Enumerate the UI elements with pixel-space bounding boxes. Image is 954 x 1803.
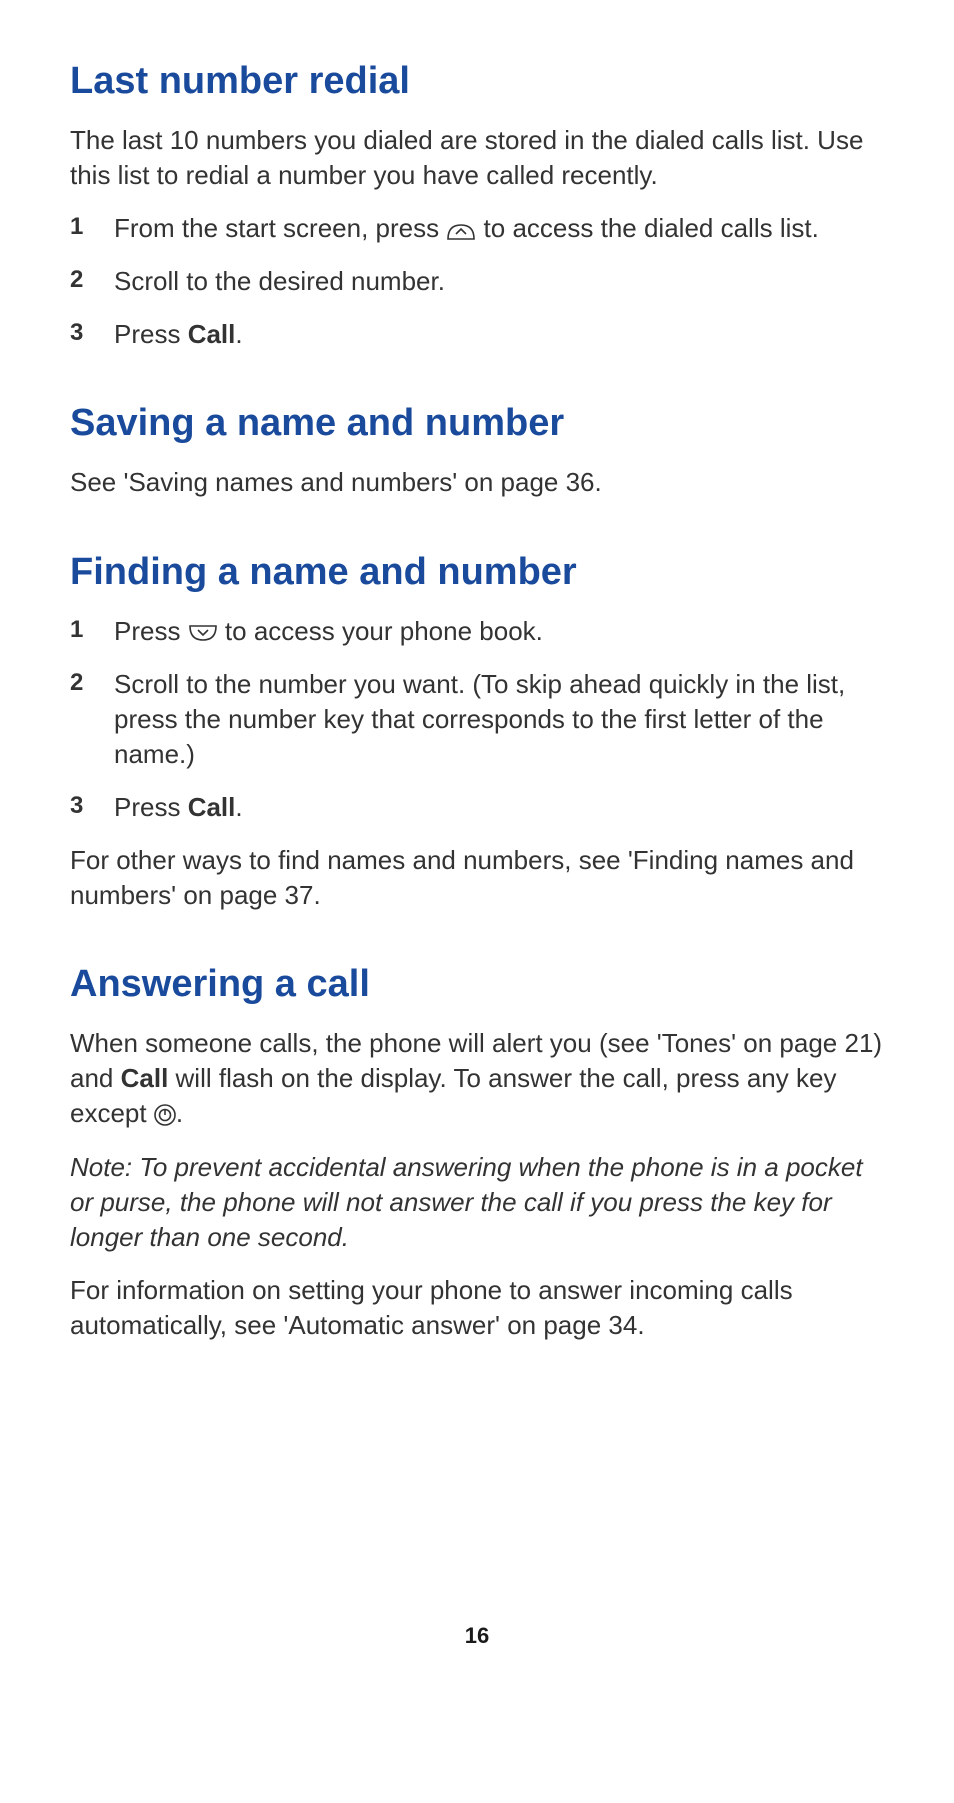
list-item: 1 Press to access your phone book. — [70, 614, 884, 649]
bold-text: Call — [188, 319, 236, 349]
page-number: 16 — [70, 1623, 884, 1649]
list-number: 1 — [70, 614, 83, 646]
text: will flash on the display. To answer the… — [70, 1063, 836, 1128]
list-item: 1 From the start screen, press to access… — [70, 211, 884, 246]
list-number: 3 — [70, 317, 83, 349]
text: Scroll to the number you want. (To skip … — [114, 669, 845, 769]
text: From the start screen, press — [114, 213, 446, 243]
paragraph: When someone calls, the phone will alert… — [70, 1026, 884, 1131]
text: to access the dialed calls list. — [476, 213, 819, 243]
text: . — [176, 1098, 183, 1128]
text: to access your phone book. — [218, 616, 543, 646]
heading-saving-name-number: Saving a name and number — [70, 402, 884, 445]
paragraph: For information on setting your phone to… — [70, 1273, 884, 1343]
list-number: 2 — [70, 667, 83, 699]
power-key-icon — [154, 1104, 176, 1126]
paragraph: The last 10 numbers you dialed are store… — [70, 123, 884, 193]
down-key-icon — [188, 624, 218, 644]
list-number: 1 — [70, 211, 83, 243]
list-item: 3 Press Call. — [70, 317, 884, 352]
heading-last-number-redial: Last number redial — [70, 60, 884, 103]
text: Press — [114, 616, 188, 646]
text: . — [235, 319, 242, 349]
heading-answering-call: Answering a call — [70, 963, 884, 1006]
note-paragraph: Note: To prevent accidental answering wh… — [70, 1150, 884, 1255]
text: Press — [114, 792, 188, 822]
ordered-list: 1 Press to access your phone book. 2 Scr… — [70, 614, 884, 825]
heading-finding-name-number: Finding a name and number — [70, 551, 884, 594]
text: . — [235, 792, 242, 822]
list-number: 3 — [70, 790, 83, 822]
paragraph: For other ways to find names and numbers… — [70, 843, 884, 913]
paragraph: See 'Saving names and numbers' on page 3… — [70, 465, 884, 500]
text: Press — [114, 319, 188, 349]
up-key-icon — [446, 221, 476, 241]
bold-text: Call — [121, 1063, 169, 1093]
text: Scroll to the desired number. — [114, 266, 445, 296]
list-item: 2 Scroll to the desired number. — [70, 264, 884, 299]
ordered-list: 1 From the start screen, press to access… — [70, 211, 884, 352]
list-item: 3 Press Call. — [70, 790, 884, 825]
list-item: 2 Scroll to the number you want. (To ski… — [70, 667, 884, 772]
bold-text: Call — [188, 792, 236, 822]
list-number: 2 — [70, 264, 83, 296]
